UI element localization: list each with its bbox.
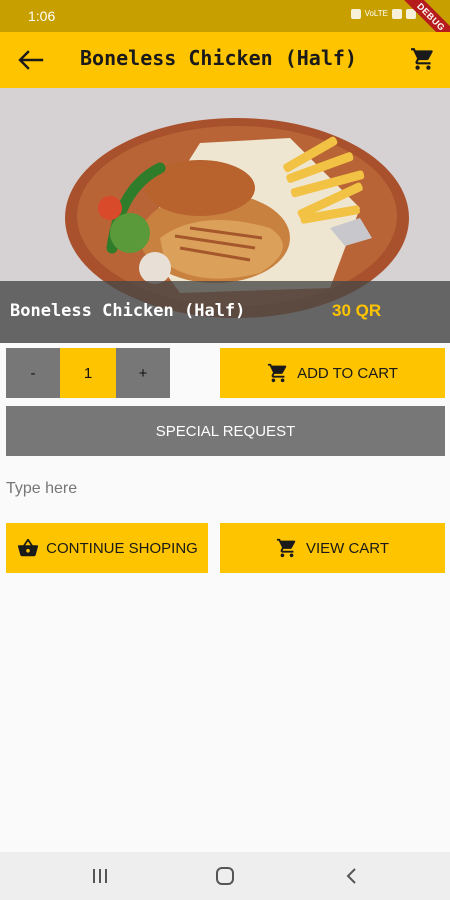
app-bar: Boneless Chicken (Half) xyxy=(0,32,450,88)
special-request-button[interactable]: SPECIAL REQUEST xyxy=(6,406,445,456)
page-title: Boneless Chicken (Half) xyxy=(80,46,357,70)
continue-shopping-label: CONTINUE SHOPING xyxy=(46,539,198,557)
shopping-basket-icon xyxy=(18,538,39,557)
continue-shopping-button[interactable]: CONTINUE SHOPING xyxy=(6,523,208,573)
product-name: Boneless Chicken (Half) xyxy=(10,301,246,321)
product-price: 30 QR xyxy=(332,301,382,320)
nav-back-icon[interactable] xyxy=(340,864,364,888)
view-cart-button[interactable]: VIEW CART xyxy=(220,523,445,573)
alarm-icon xyxy=(350,9,361,19)
network-label: VoLTE xyxy=(364,9,388,18)
recents-icon[interactable] xyxy=(88,864,112,888)
status-icons: VoLTE xyxy=(350,9,416,19)
view-cart-label: VIEW CART xyxy=(305,539,390,557)
shopping-cart-icon xyxy=(276,538,296,558)
add-to-cart-label: ADD TO CART xyxy=(297,364,398,382)
hero-caption: Boneless Chicken (Half) 30 QR xyxy=(0,281,450,343)
status-bar: 1:06 VoLTE DEBUG xyxy=(0,0,450,54)
quantity-value: 1 xyxy=(60,348,116,398)
shopping-cart-icon xyxy=(267,363,287,383)
increase-quantity-button[interactable]: + xyxy=(116,348,170,398)
system-navigation-bar xyxy=(0,852,450,900)
status-time: 1:06 xyxy=(28,8,56,24)
decrease-quantity-button[interactable]: - xyxy=(6,348,60,398)
food-image: Boneless Chicken (Half) 30 QR xyxy=(0,88,450,343)
shopping-cart-icon[interactable] xyxy=(410,46,436,72)
quantity-stepper: - 1 + xyxy=(6,348,170,398)
arrow-back-icon[interactable] xyxy=(14,46,46,74)
special-request-input[interactable] xyxy=(6,474,445,504)
signal-icon xyxy=(392,9,402,19)
add-to-cart-button[interactable]: ADD TO CART xyxy=(220,348,445,398)
home-icon[interactable] xyxy=(213,864,237,888)
